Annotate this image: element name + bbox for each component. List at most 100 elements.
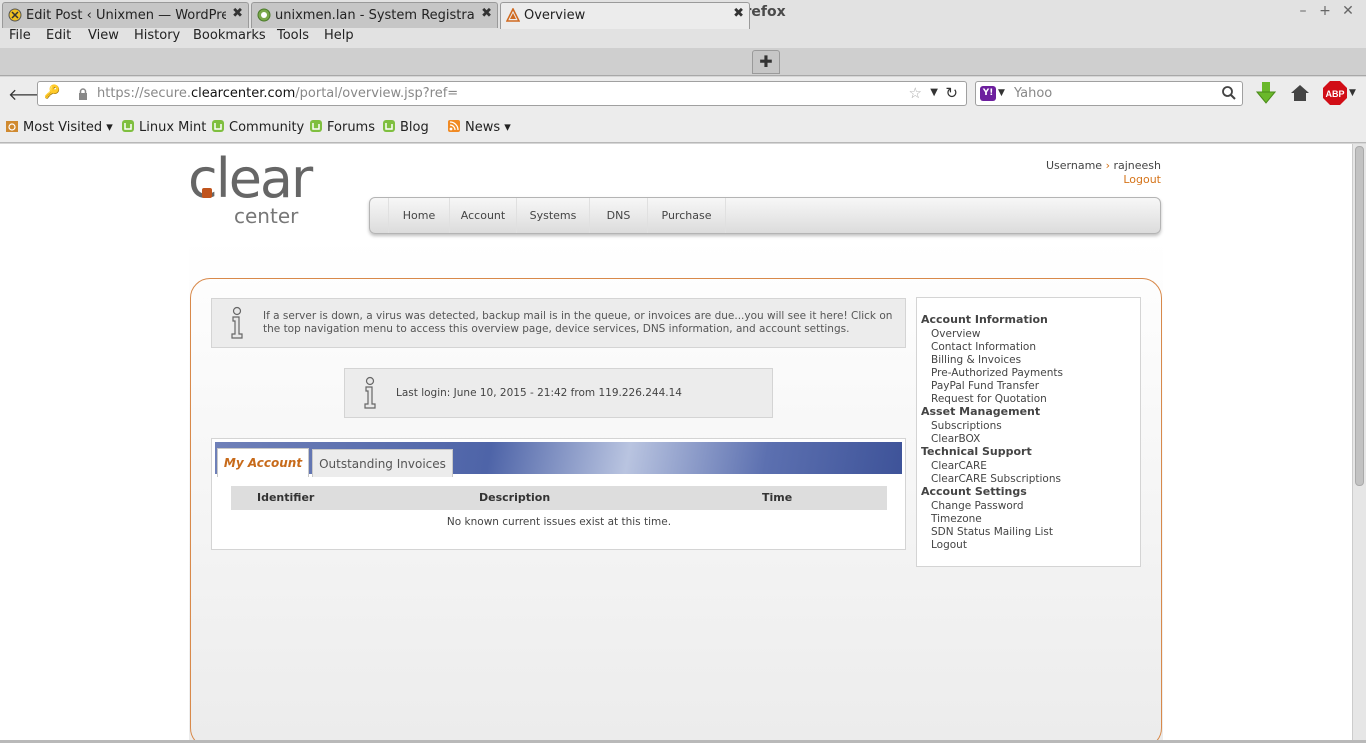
menu-tools[interactable]: Tools: [277, 28, 309, 43]
nav-account[interactable]: Account: [450, 198, 517, 233]
column-identifier: Identifier: [257, 491, 315, 504]
page-scrollbar[interactable]: [1352, 144, 1366, 740]
sidebar-link-timezone[interactable]: Timezone: [931, 513, 982, 525]
bookmark-community[interactable]: Community: [211, 119, 304, 135]
nav-home[interactable]: Home: [388, 198, 450, 233]
sidebar-link-clearcare-subscriptions[interactable]: ClearCARE Subscriptions: [931, 473, 1061, 485]
sidebar-link-logout[interactable]: Logout: [931, 539, 967, 551]
adblock-plus-icon[interactable]: ABP: [1322, 80, 1348, 106]
close-tab-icon[interactable]: ✖: [232, 6, 243, 21]
close-tab-icon[interactable]: ✖: [481, 6, 492, 21]
user-info: Username › rajneesh Logout: [1046, 159, 1161, 186]
nav-systems[interactable]: Systems: [517, 198, 590, 233]
sidebar-section-asset-management: Asset Management: [921, 405, 1041, 418]
account-box: My Account Outstanding Invoices Identifi…: [211, 438, 906, 550]
alert-box: If a server is down, a virus was detecte…: [211, 298, 906, 348]
download-icon[interactable]: [1256, 81, 1276, 105]
empty-table-message: No known current issues exist at this ti…: [446, 516, 672, 528]
minimize-button[interactable]: –: [1295, 3, 1311, 19]
linux-mint-icon: [122, 120, 134, 132]
clearcenter-logo[interactable]: clear center: [188, 147, 338, 228]
sidebar-link-billing-invoices[interactable]: Billing & Invoices: [931, 354, 1021, 366]
sidebar-section-account-settings: Account Settings: [921, 485, 1027, 498]
clearcenter-favicon-icon: [506, 8, 520, 22]
page-viewport: clear center Username › rajneesh Logout …: [0, 144, 1352, 740]
search-bar[interactable]: Y! ▼ Yahoo: [975, 81, 1243, 106]
table-header: Identifier Description Time: [231, 486, 887, 510]
sidebar-link-subscriptions[interactable]: Subscriptions: [931, 420, 1002, 432]
issues-table: Identifier Description Time No known cur…: [231, 486, 887, 528]
last-login-text: Last login: June 10, 2015 - 21:42 from 1…: [396, 387, 682, 399]
column-description: Description: [479, 491, 551, 504]
bookmark-forums[interactable]: Forums: [309, 119, 375, 135]
info-icon: [364, 376, 376, 409]
bookmark-linux-mint[interactable]: Linux Mint: [121, 119, 206, 135]
sidebar-link-pre-authorized-payments[interactable]: Pre-Authorized Payments: [931, 367, 1063, 379]
tab-wordpress[interactable]: Edit Post ‹ Unixmen — WordPress ✖: [2, 2, 249, 28]
menu-edit[interactable]: Edit: [46, 28, 71, 43]
tab-label: unixmen.lan - System Registrat...: [275, 8, 475, 23]
navigation-toolbar: 🡐 🔑 https://secure.clearcenter.com/porta…: [0, 77, 1366, 110]
yahoo-engine-icon[interactable]: Y!: [980, 86, 996, 101]
tab-my-account[interactable]: My Account: [217, 448, 309, 477]
linux-mint-icon: [310, 120, 322, 132]
menu-help[interactable]: Help: [324, 28, 354, 43]
sidebar-link-clearcare[interactable]: ClearCARE: [931, 460, 987, 472]
tab-unixmen-lan[interactable]: unixmen.lan - System Registrat... ✖: [251, 2, 498, 28]
chevron-right-icon: ›: [1105, 159, 1110, 172]
tab-label: Overview: [524, 8, 586, 23]
close-tab-icon[interactable]: ✖: [733, 6, 744, 21]
sidebar-link-contact-information[interactable]: Contact Information: [931, 341, 1036, 353]
search-icon[interactable]: [1220, 84, 1238, 102]
account-sidebar: Account Information Overview Contact Inf…: [916, 297, 1141, 567]
adblock-dropdown-icon[interactable]: ▼: [1349, 88, 1356, 98]
username-label: Username: [1045, 159, 1103, 172]
folder-icon: [6, 121, 18, 132]
url-history-dropdown-icon[interactable]: ▼: [930, 87, 938, 98]
url-text: https://secure.clearcenter.com/portal/ov…: [97, 86, 459, 101]
engine-dropdown-icon[interactable]: ▼: [998, 88, 1005, 98]
menu-bookmarks[interactable]: Bookmarks: [193, 28, 266, 43]
account-tab-strip: My Account Outstanding Invoices: [215, 442, 902, 477]
sidebar-link-request-for-quotation[interactable]: Request for Quotation: [931, 393, 1047, 405]
url-bar[interactable]: 🔑 https://secure.clearcenter.com/portal/…: [37, 81, 967, 106]
scrollbar-thumb[interactable]: [1355, 146, 1364, 486]
logout-link[interactable]: Logout: [1046, 173, 1161, 186]
svg-text:ABP: ABP: [1325, 89, 1344, 99]
home-icon[interactable]: [1290, 83, 1310, 103]
alert-message: If a server is down, a virus was detecte…: [263, 310, 893, 335]
nav-dns[interactable]: DNS: [590, 198, 648, 233]
bookmark-most-visited[interactable]: Most Visited ▾: [5, 119, 113, 135]
username-value: rajneesh: [1113, 159, 1161, 172]
close-window-button[interactable]: ✕: [1340, 3, 1356, 19]
tab-outstanding-invoices[interactable]: Outstanding Invoices: [312, 449, 453, 477]
logo-center-text: center: [234, 204, 299, 228]
linux-mint-icon: [383, 120, 395, 132]
sidebar-section-technical-support: Technical Support: [921, 445, 1032, 458]
sidebar-link-sdn-status-mailing-list[interactable]: SDN Status Mailing List: [931, 526, 1053, 538]
search-placeholder: Yahoo: [1014, 86, 1053, 101]
warning-site-icon: [8, 8, 22, 22]
nav-purchase[interactable]: Purchase: [648, 198, 726, 233]
top-navigation: Home Account Systems DNS Purchase: [369, 197, 1161, 234]
menu-view[interactable]: View: [88, 28, 119, 43]
sidebar-link-paypal-fund-transfer[interactable]: PayPal Fund Transfer: [931, 380, 1039, 392]
new-tab-button[interactable]: ✚: [752, 50, 780, 74]
menu-file[interactable]: File: [9, 28, 31, 43]
sidebar-link-clearbox[interactable]: ClearBOX: [931, 433, 980, 445]
maximize-button[interactable]: +: [1317, 3, 1333, 19]
tab-bar: [0, 48, 1366, 76]
tab-overview[interactable]: Overview ✖: [500, 2, 750, 29]
reload-icon[interactable]: ↻: [945, 84, 958, 102]
site-identity-icon[interactable]: 🔑: [44, 85, 60, 100]
bookmark-star-icon[interactable]: ☆: [909, 84, 922, 102]
info-icon: [231, 306, 243, 339]
bookmarks-toolbar: Most Visited ▾ Linux Mint Community Foru…: [0, 110, 1366, 143]
lock-icon: [79, 88, 87, 100]
linux-mint-icon: [212, 120, 224, 132]
bookmark-blog[interactable]: Blog: [382, 119, 429, 135]
sidebar-link-change-password[interactable]: Change Password: [931, 500, 1024, 512]
sidebar-link-overview[interactable]: Overview: [931, 328, 980, 340]
bookmark-news[interactable]: News ▾: [447, 119, 511, 135]
menu-history[interactable]: History: [134, 28, 180, 43]
